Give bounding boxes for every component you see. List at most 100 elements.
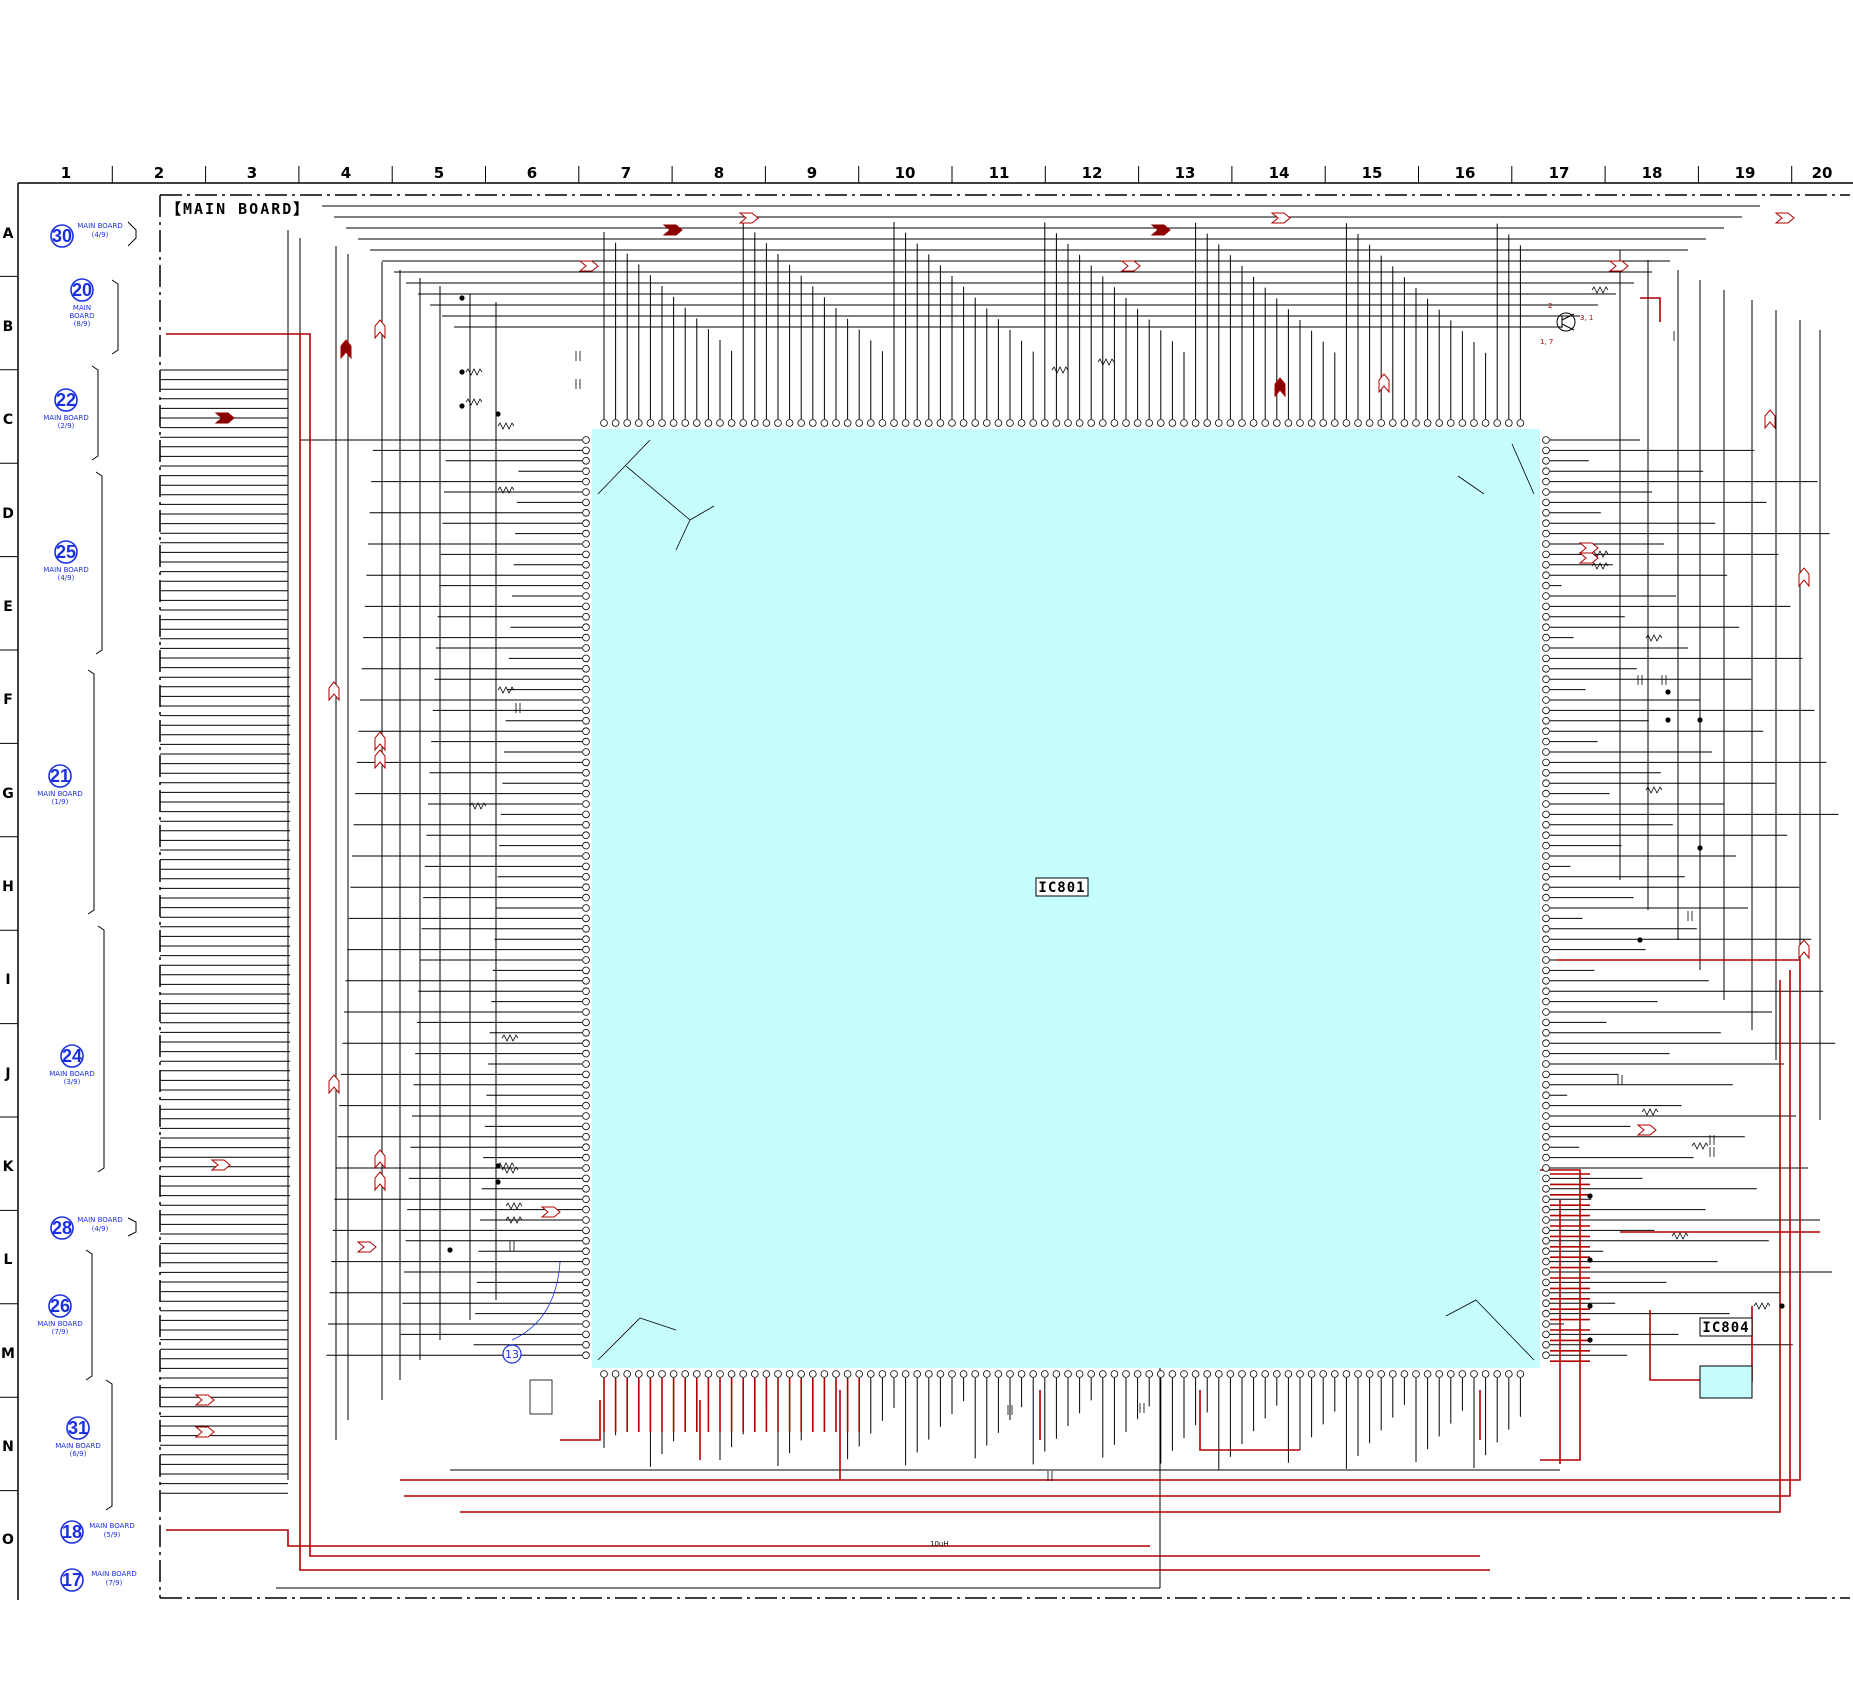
ic-pin — [1029, 1370, 1037, 1378]
ic-pin — [582, 1257, 590, 1266]
ic-pin — [1542, 623, 1550, 631]
connector-17: 17 MAIN BOARD (7/9) — [60, 1568, 137, 1592]
ic-pin — [890, 419, 898, 427]
ic-pin — [959, 419, 968, 427]
flow-arrow — [1608, 260, 1629, 272]
ic-pin — [582, 748, 590, 756]
ic-pin — [1099, 1370, 1107, 1378]
col-label: 20 — [1812, 164, 1833, 182]
row-label: F — [3, 692, 13, 708]
ic-pin — [1133, 1370, 1142, 1378]
ic-pin — [913, 1370, 921, 1378]
ic-pin — [994, 1370, 1003, 1378]
ic-pin — [832, 419, 840, 427]
ic-pin — [582, 789, 590, 798]
ic-pin — [1542, 893, 1550, 902]
ic-pin — [681, 419, 689, 427]
ic-pin — [1542, 800, 1550, 808]
ic-pin — [1542, 987, 1550, 995]
ic-pin — [1542, 560, 1550, 569]
connector-page: (1/9) — [52, 798, 69, 806]
ic-pin — [774, 419, 782, 427]
ic-pin — [1017, 419, 1026, 427]
ic-pin — [1542, 1060, 1550, 1068]
ic-pin — [582, 602, 590, 611]
ic-pin — [1542, 716, 1550, 725]
ic-pin — [1377, 1370, 1385, 1378]
ic-pin — [1168, 1370, 1177, 1378]
ic-pin — [878, 419, 887, 427]
connector-board: MAIN BOARD — [91, 1570, 136, 1578]
ic-pin — [762, 419, 771, 427]
ic-pin — [1542, 644, 1550, 652]
ic-pin — [1145, 419, 1153, 427]
ic-pin — [1203, 419, 1211, 427]
ic801-body — [592, 429, 1540, 1368]
connector-number: 26 — [50, 1296, 70, 1316]
ic-pin — [582, 1351, 590, 1359]
ic-pin — [762, 1370, 771, 1378]
ic-pin — [855, 1370, 863, 1378]
ic-pin — [936, 419, 945, 427]
col-label: 10 — [895, 164, 916, 182]
ic-pin — [797, 419, 805, 427]
ic-pin — [1307, 419, 1316, 427]
junction-dot — [1637, 937, 1643, 943]
ic-pin — [1542, 1320, 1550, 1328]
ic-pin — [582, 1289, 590, 1297]
ic-pin — [1542, 581, 1550, 590]
connector-page: (3/9) — [64, 1078, 81, 1086]
ic-pin — [582, 1039, 590, 1047]
ic-pin — [1542, 1289, 1550, 1297]
ic-pin — [582, 768, 590, 777]
ic-pin — [658, 1370, 666, 1378]
ic-pin — [582, 1060, 590, 1068]
resistor — [465, 398, 483, 406]
ic-pin — [1542, 1226, 1550, 1235]
ic-pin — [1542, 1133, 1550, 1141]
ic-pin — [582, 456, 590, 465]
ic-pin — [1542, 467, 1550, 476]
ic-pin — [1017, 1370, 1026, 1378]
ic-pin — [1542, 1341, 1550, 1349]
ic-pin — [582, 862, 590, 871]
flow-arrow — [194, 1394, 215, 1406]
junction-dot — [1665, 717, 1671, 723]
ic-pin — [1505, 419, 1513, 427]
ic-pin — [1542, 675, 1550, 683]
ic-pin — [1412, 1370, 1420, 1378]
ic-pin — [1157, 419, 1165, 427]
ic-pin — [582, 841, 590, 850]
ic-pin — [582, 1101, 590, 1110]
connector-page: (4/9) — [58, 574, 75, 582]
ic-pin — [582, 654, 590, 663]
connector-board: MAIN BOARD — [77, 1216, 122, 1224]
col-label: 2 — [154, 164, 164, 182]
ic-pin — [582, 1133, 590, 1141]
ic-pin — [1041, 419, 1049, 427]
ic-pin — [1542, 436, 1550, 444]
connector-page: (5/9) — [104, 1531, 121, 1539]
ic-pin — [1435, 419, 1443, 427]
ic-pin — [785, 1370, 794, 1378]
col-label: 9 — [807, 164, 817, 182]
ic-pin — [1542, 1101, 1550, 1110]
connector-page: (2/9) — [58, 422, 75, 430]
flow-arrow — [578, 260, 599, 272]
ic-pin — [1249, 1370, 1258, 1378]
ic-pin — [582, 571, 590, 579]
ic-pin — [582, 1122, 590, 1131]
resistor — [501, 1034, 519, 1042]
ic-pin — [1542, 612, 1550, 621]
ic-pin — [1284, 1370, 1293, 1378]
ic-pin — [716, 1370, 724, 1378]
connector-25: 25 MAIN BOARD (4/9) — [43, 540, 89, 582]
ic-pin — [582, 696, 590, 704]
ic-pin — [1226, 419, 1235, 427]
ic-pin — [582, 675, 590, 683]
flow-arrow — [540, 1206, 561, 1218]
ic-pin — [582, 852, 590, 860]
row-label: M — [1, 1346, 15, 1362]
ic-pin — [982, 419, 991, 427]
ic-pin — [1481, 1370, 1490, 1378]
